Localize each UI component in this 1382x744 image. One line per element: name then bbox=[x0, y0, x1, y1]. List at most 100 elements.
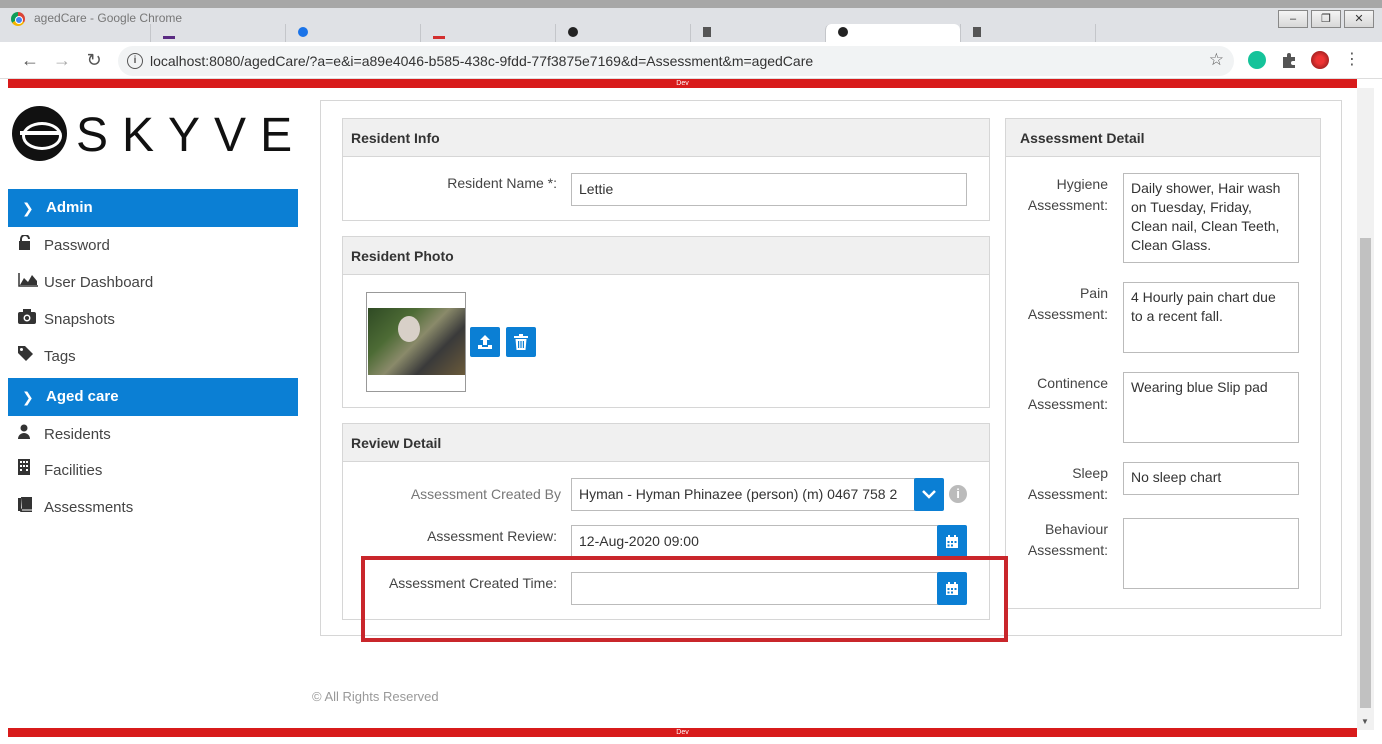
tab-favicon-icon bbox=[838, 27, 848, 37]
assessment-detail-panel: Assessment Detail Hygiene Assessment: Da… bbox=[1005, 118, 1321, 609]
tag-icon bbox=[18, 345, 44, 369]
window-title: agedCare - Google Chrome bbox=[34, 11, 183, 25]
sidebar-item-facilities[interactable]: Facilities bbox=[18, 459, 102, 483]
minimize-button[interactable]: – bbox=[1278, 10, 1308, 28]
sleep-assessment-label: Sleep Assessment: bbox=[1016, 463, 1108, 505]
label-line: Assessment: bbox=[1027, 486, 1108, 502]
sleep-assessment-textarea[interactable]: No sleep chart bbox=[1123, 462, 1299, 495]
created-by-select[interactable]: Hyman - Hyman Phinazee (person) (m) 0467… bbox=[571, 478, 915, 511]
created-by-dropdown-button[interactable] bbox=[914, 478, 944, 511]
label-line: Hygiene bbox=[1056, 176, 1108, 192]
behaviour-assessment-textarea[interactable] bbox=[1123, 518, 1299, 589]
browser-tab-active[interactable] bbox=[825, 24, 960, 42]
panel-title: Resident Info bbox=[343, 119, 989, 157]
label-line: Sleep bbox=[1072, 465, 1108, 481]
chrome-icon bbox=[11, 12, 25, 26]
skyve-logo: SKYVE bbox=[12, 106, 292, 162]
label-line: Assessment: bbox=[1027, 542, 1108, 558]
sidebar-item-snapshots[interactable]: Snapshots bbox=[18, 308, 115, 332]
trash-icon bbox=[514, 334, 528, 350]
sidebar-item-label: Password bbox=[44, 237, 110, 254]
upload-photo-button[interactable] bbox=[470, 327, 500, 357]
browser-tab[interactable] bbox=[1095, 24, 1230, 42]
highlight-box bbox=[361, 556, 1008, 642]
resident-photo bbox=[366, 292, 466, 392]
label-line: Assessment: bbox=[1027, 197, 1108, 213]
sidebar-item-label: User Dashboard bbox=[44, 274, 154, 291]
assessment-review-label: Assessment Review: bbox=[427, 528, 557, 544]
continence-assessment-textarea[interactable]: Wearing blue Slip pad bbox=[1123, 372, 1299, 443]
user-icon bbox=[18, 423, 44, 447]
back-button[interactable]: ← bbox=[20, 50, 40, 70]
profile-avatar-icon[interactable] bbox=[1311, 51, 1329, 69]
camera-icon bbox=[18, 308, 44, 332]
browser-tab[interactable] bbox=[960, 24, 1095, 42]
window-titlebar: agedCare - Google Chrome – ❐ ✕ bbox=[0, 0, 1382, 42]
behaviour-assessment-label: Behaviour Assessment: bbox=[1016, 519, 1108, 561]
review-date-picker-button[interactable] bbox=[937, 525, 967, 558]
footer-copyright: © All Rights Reserved bbox=[312, 689, 439, 704]
tab-favicon-icon bbox=[568, 27, 578, 37]
sidebar-item-residents[interactable]: Residents bbox=[18, 423, 111, 447]
logo-text: SKYVE bbox=[76, 109, 307, 162]
site-info-icon[interactable]: i bbox=[127, 53, 143, 69]
assessment-review-input[interactable]: 12-Aug-2020 09:00 bbox=[571, 525, 938, 558]
browser-tab[interactable] bbox=[420, 24, 555, 42]
panel-title: Assessment Detail bbox=[1006, 119, 1320, 157]
tab-favicon-icon bbox=[703, 27, 711, 37]
grammarly-extension-icon[interactable] bbox=[1248, 51, 1266, 69]
chevron-down-icon: ❯ bbox=[22, 389, 34, 405]
browser-tab[interactable] bbox=[285, 24, 420, 42]
label-line: Pain bbox=[1079, 285, 1108, 301]
browser-toolbar: ← → ↻ i localhost:8080/agedCare/?a=e&i=a… bbox=[0, 42, 1382, 79]
panel-title-part: Resident bbox=[351, 248, 411, 264]
bookmark-star-icon[interactable]: ☆ bbox=[1209, 50, 1224, 70]
sidebar-item-password[interactable]: Password bbox=[18, 234, 110, 258]
sidebar-item-label: Assessments bbox=[44, 499, 134, 516]
panel-title: Resident Photo bbox=[343, 237, 989, 275]
panel-title-part: Photo bbox=[414, 248, 454, 264]
page-scrollbar[interactable]: ▼ bbox=[1357, 88, 1374, 730]
forward-button[interactable]: → bbox=[52, 50, 72, 70]
sidebar-item-assessments[interactable]: Assessments bbox=[18, 496, 133, 520]
label-line: Assessment: bbox=[1027, 306, 1108, 322]
env-bar-top: Dev bbox=[8, 79, 1357, 88]
info-icon[interactable]: i bbox=[949, 485, 967, 503]
hygiene-assessment-textarea[interactable]: Daily shower, Hair wash on Tuesday, Frid… bbox=[1123, 173, 1299, 263]
panel-title: Review Detail bbox=[343, 424, 989, 462]
address-bar[interactable]: i localhost:8080/agedCare/?a=e&i=a89e404… bbox=[118, 46, 1234, 76]
resident-name-label: Resident Name *: bbox=[447, 175, 557, 191]
pain-assessment-label: Pain Assessment: bbox=[1016, 283, 1108, 325]
chrome-menu-icon[interactable]: ⋮ bbox=[1342, 50, 1362, 70]
tab-favicon-icon bbox=[973, 27, 981, 37]
label-line: Assessment: bbox=[1027, 396, 1108, 412]
browser-tab[interactable] bbox=[555, 24, 690, 42]
chevron-down-icon: ❯ bbox=[22, 200, 34, 216]
upload-icon bbox=[478, 335, 492, 349]
delete-photo-button[interactable] bbox=[506, 327, 536, 357]
tab-strip bbox=[150, 24, 1230, 42]
browser-tab[interactable] bbox=[150, 24, 285, 42]
sidebar-item-user-dashboard[interactable]: User Dashboard bbox=[18, 271, 153, 295]
scrollbar-thumb[interactable] bbox=[1360, 238, 1371, 708]
reload-button[interactable]: ↻ bbox=[84, 50, 104, 70]
sidebar-item-tags[interactable]: Tags bbox=[18, 345, 76, 369]
url-text[interactable]: localhost:8080/agedCare/?a=e&i=a89e4046-… bbox=[150, 53, 813, 69]
menu-section-admin[interactable]: ❯ Admin bbox=[8, 189, 298, 227]
tab-favicon-icon bbox=[433, 36, 445, 39]
hygiene-assessment-label: Hygiene Assessment: bbox=[1016, 174, 1108, 216]
restore-button[interactable]: ❐ bbox=[1311, 10, 1341, 28]
chevron-down-icon bbox=[922, 490, 936, 499]
tab-favicon-icon bbox=[298, 27, 308, 37]
sidebar-item-label: Facilities bbox=[44, 462, 103, 479]
skyve-logo-mark-icon bbox=[12, 106, 67, 161]
menu-section-aged-care[interactable]: ❯ Aged care bbox=[8, 378, 298, 416]
book-icon bbox=[18, 496, 44, 520]
pain-assessment-textarea[interactable]: 4 Hourly pain chart due to a recent fall… bbox=[1123, 282, 1299, 353]
resident-name-input[interactable]: Lettie bbox=[571, 173, 967, 206]
browser-tab[interactable] bbox=[690, 24, 825, 42]
scroll-down-icon[interactable]: ▼ bbox=[1361, 717, 1369, 726]
close-button[interactable]: ✕ bbox=[1344, 10, 1374, 28]
extensions-puzzle-icon[interactable] bbox=[1280, 51, 1298, 69]
building-icon bbox=[18, 459, 44, 483]
